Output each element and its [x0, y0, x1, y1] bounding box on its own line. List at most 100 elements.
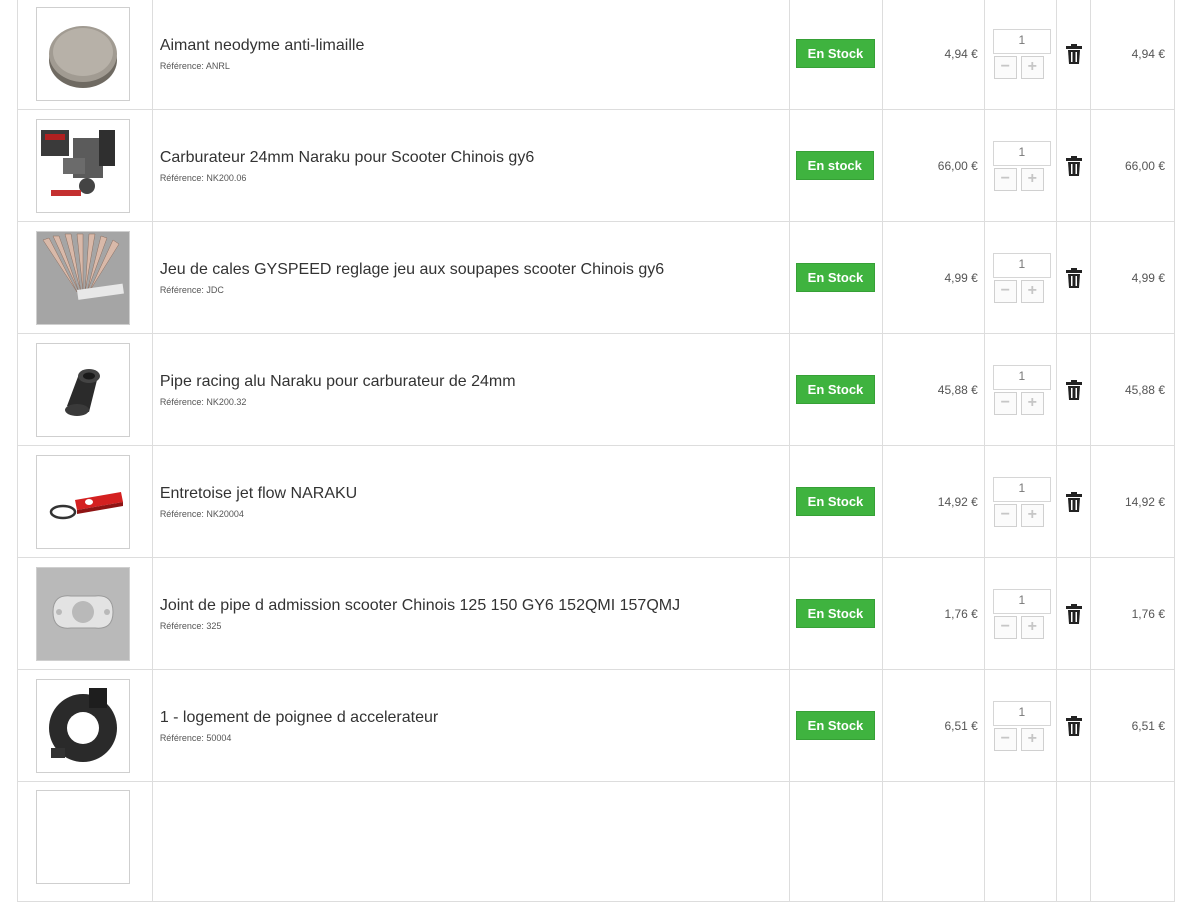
unit-price: 1,76 € [882, 557, 985, 670]
delete-cell [1056, 221, 1092, 334]
increase-quantity-button[interactable]: + [1020, 167, 1044, 191]
intake-pipe-image [65, 368, 100, 416]
quantity-input[interactable] [992, 364, 1051, 390]
trash-icon[interactable] [1065, 603, 1082, 624]
feeler-gauge-image [37, 231, 129, 324]
delete-cell [1056, 445, 1092, 558]
line-total: 45,88 € [1090, 333, 1175, 446]
delete-cell [1056, 109, 1092, 222]
product-reference: Référence: NK200.32 [159, 396, 247, 407]
quantity-cell: − + [983, 669, 1058, 782]
increase-quantity-button[interactable]: + [1020, 503, 1044, 527]
increase-quantity-button[interactable]: + [1020, 55, 1044, 79]
quantity-cell: − + [983, 333, 1058, 446]
trash-icon[interactable] [1065, 267, 1082, 288]
stock-badge: En Stock [795, 599, 876, 628]
stock-badge: En Stock [795, 39, 876, 68]
trash-icon[interactable] [1065, 43, 1082, 64]
product-reference: Référence: NK200.06 [159, 172, 247, 183]
unit-price: 4,99 € [882, 221, 985, 334]
product-image-cell [17, 333, 153, 446]
product-thumbnail[interactable] [36, 118, 130, 213]
line-total: 14,92 € [1090, 445, 1175, 558]
product-image-cell [17, 445, 153, 558]
product-name-link[interactable]: Joint de pipe d admission scooter Chinoi… [160, 597, 789, 615]
availability-cell: En Stock [788, 0, 884, 110]
product-thumbnail[interactable] [36, 790, 130, 884]
product-image-cell [17, 221, 153, 334]
quantity-input[interactable] [992, 476, 1051, 502]
product-description-cell: Aimant neodyme anti-limaille Référence: … [151, 0, 790, 110]
product-description-cell: Carburateur 24mm Naraku pour Scooter Chi… [151, 109, 790, 222]
stock-badge: En Stock [795, 375, 876, 404]
quantity-stepper: − + [992, 364, 1051, 415]
product-description-cell: Entretoise jet flow NARAKU Référence: NK… [151, 445, 790, 558]
product-name-link[interactable]: Entretoise jet flow NARAKU [160, 485, 789, 503]
product-name-link[interactable]: 1 - logement de poignee d accelerateur [160, 709, 789, 727]
line-total: 4,94 € [1090, 0, 1175, 110]
product-thumbnail[interactable] [36, 342, 130, 437]
product-thumbnail[interactable] [36, 566, 130, 661]
quantity-cell: − + [983, 557, 1058, 670]
trash-icon[interactable] [1065, 379, 1082, 400]
cart-table: Aimant neodyme anti-limaille Référence: … [17, 0, 1175, 902]
quantity-input[interactable] [992, 252, 1051, 278]
quantity-input[interactable] [992, 140, 1051, 166]
product-thumbnail[interactable] [36, 678, 130, 773]
decrease-quantity-button[interactable]: − [993, 167, 1017, 191]
availability-cell: En Stock [788, 445, 884, 558]
delete-cell [1056, 557, 1092, 670]
carburetor-image [41, 129, 115, 196]
cart-row: Joint de pipe d admission scooter Chinoi… [17, 557, 1175, 670]
quantity-stepper: − + [992, 28, 1051, 79]
line-total: 1,76 € [1090, 557, 1175, 670]
product-name-link[interactable]: Aimant neodyme anti-limaille [160, 37, 789, 55]
decrease-quantity-button[interactable]: − [993, 727, 1017, 751]
line-total: 6,51 € [1090, 669, 1175, 782]
quantity-input[interactable] [992, 28, 1051, 54]
product-thumbnail[interactable] [36, 230, 130, 325]
decrease-quantity-button[interactable]: − [993, 391, 1017, 415]
product-reference: Référence: NK20004 [159, 508, 244, 519]
product-name-link[interactable]: Pipe racing alu Naraku pour carburateur … [160, 373, 789, 391]
quantity-input[interactable] [992, 588, 1051, 614]
cart-row: Aimant neodyme anti-limaille Référence: … [17, 0, 1175, 110]
cart-row: Jeu de cales GYSPEED reglage jeu aux sou… [17, 221, 1175, 334]
quantity-cell: − + [983, 0, 1058, 110]
cart-row: Carburateur 24mm Naraku pour Scooter Chi… [17, 109, 1175, 222]
increase-quantity-button[interactable]: + [1020, 279, 1044, 303]
product-image-cell [17, 669, 153, 782]
increase-quantity-button[interactable]: + [1020, 727, 1044, 751]
decrease-quantity-button[interactable]: − [993, 55, 1017, 79]
trash-icon[interactable] [1065, 155, 1082, 176]
stock-badge: En Stock [795, 711, 876, 740]
product-thumbnail[interactable] [36, 6, 130, 101]
trash-icon[interactable] [1065, 491, 1082, 512]
trash-icon[interactable] [1065, 715, 1082, 736]
product-name-link[interactable]: Jeu de cales GYSPEED reglage jeu aux sou… [160, 261, 789, 279]
increase-quantity-button[interactable]: + [1020, 615, 1044, 639]
product-reference: Référence: ANRL [159, 60, 230, 71]
stock-badge: En Stock [795, 263, 876, 292]
availability-cell: En Stock [788, 333, 884, 446]
product-thumbnail[interactable] [36, 454, 130, 549]
unit-price: 6,51 € [882, 669, 985, 782]
unit-price: 14,92 € [882, 445, 985, 558]
quantity-stepper: − + [992, 252, 1051, 303]
decrease-quantity-button[interactable]: − [993, 503, 1017, 527]
unit-price: 45,88 € [882, 333, 985, 446]
magnet-image [49, 25, 117, 88]
product-reference: Référence: JDC [159, 284, 224, 295]
decrease-quantity-button[interactable]: − [993, 615, 1017, 639]
quantity-cell: − + [983, 445, 1058, 558]
quantity-input[interactable] [992, 700, 1051, 726]
product-description-cell: Joint de pipe d admission scooter Chinoi… [151, 557, 790, 670]
product-name-link[interactable]: Carburateur 24mm Naraku pour Scooter Chi… [160, 149, 789, 167]
increase-quantity-button[interactable]: + [1020, 391, 1044, 415]
quantity-stepper: − + [992, 700, 1051, 751]
unit-price: 66,00 € [882, 109, 985, 222]
product-image-cell [17, 109, 153, 222]
decrease-quantity-button[interactable]: − [993, 279, 1017, 303]
cart-row: 1 - logement de poignee d accelerateur R… [17, 669, 1175, 782]
product-reference: Référence: 325 [159, 620, 222, 631]
